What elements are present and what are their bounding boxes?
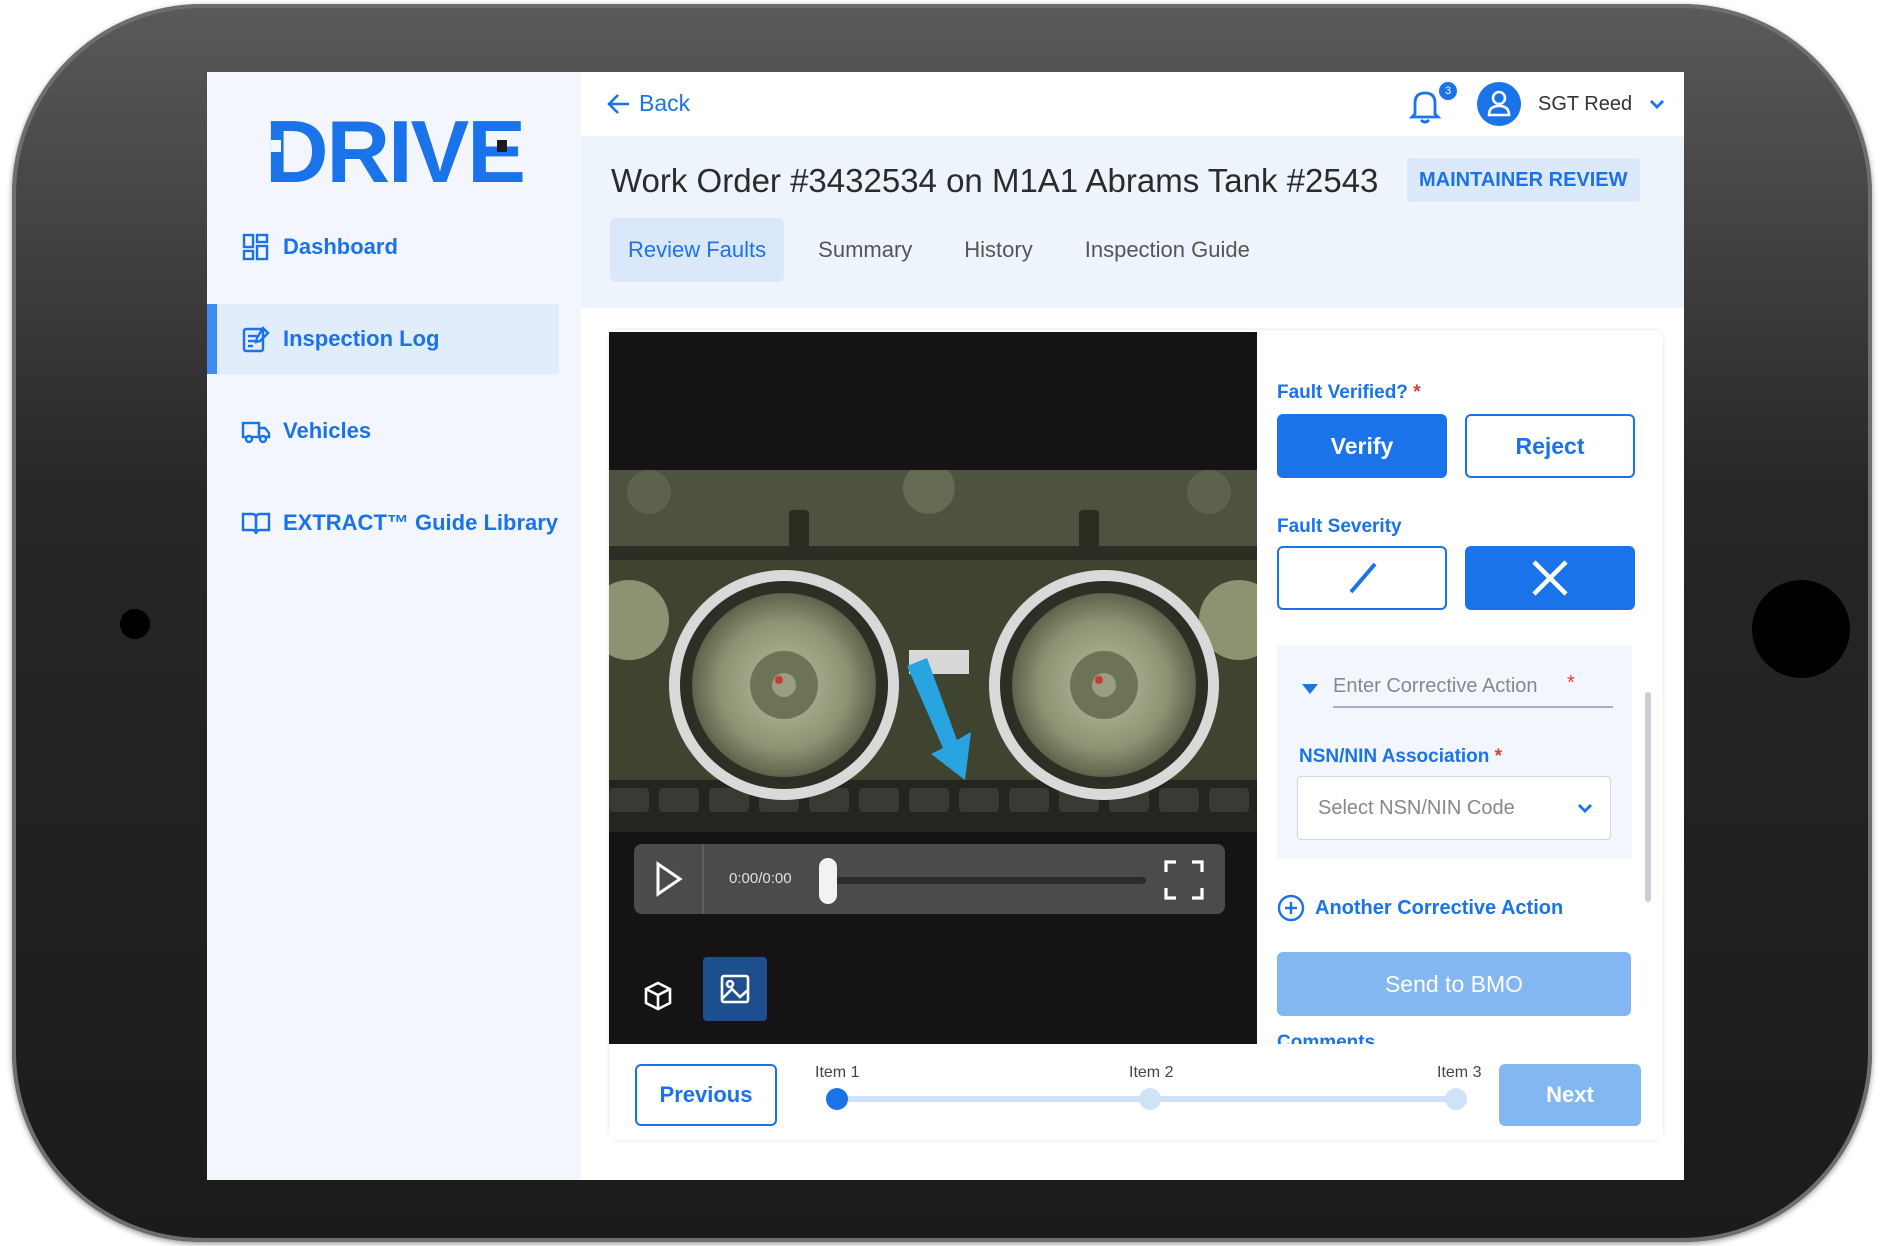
image-icon [720,974,750,1004]
required-marker: * [1567,672,1575,694]
arrow-left-icon [607,93,629,114]
user-name[interactable]: SGT Reed [1538,93,1632,116]
chevron-down-icon [1578,804,1592,813]
form-scrollbar[interactable] [1645,692,1651,902]
notification-badge: 3 [1439,82,1457,100]
sidebar-item-inspection-log[interactable]: Inspection Log [207,304,559,374]
previous-button[interactable]: Previous [635,1064,777,1126]
sidebar: DRIVE Dashboard Inspection Log Vehicles … [207,72,581,1180]
image-view-button[interactable] [703,957,767,1021]
sidebar-item-vehicles[interactable]: Vehicles [207,396,581,466]
sidebar-item-label: Inspection Log [283,326,440,351]
player-divider [702,844,704,914]
corrective-action-panel: * NSN/NIN Association * Select NSN/NIN C… [1277,646,1632,858]
back-button[interactable]: Back [607,90,690,117]
top-header: Back 3 SGT Reed [581,72,1684,136]
fullscreen-icon[interactable] [1162,858,1206,902]
tab-history[interactable]: History [946,218,1050,282]
step-label-2: Item 2 [1129,1064,1174,1081]
sidebar-item-guide-library[interactable]: EXTRACT™ Guide Library [207,488,581,558]
severity-critical-button[interactable] [1465,546,1635,610]
avatar[interactable] [1477,82,1521,126]
sidebar-item-dashboard[interactable]: Dashboard [207,212,581,282]
sidebar-nav: Dashboard Inspection Log Vehicles EXTRAC… [207,212,581,580]
nsn-select-placeholder: Select NSN/NIN Code [1318,797,1515,819]
step-label-3: Item 3 [1437,1064,1482,1081]
comments-label[interactable]: Comments [1277,1032,1375,1044]
next-button[interactable]: Next [1499,1064,1641,1126]
severity-minor-button[interactable] [1277,546,1447,610]
status-badge: MAINTAINER REVIEW [1407,158,1640,202]
tab-bar: Review Faults Summary History Inspection… [610,218,1284,282]
tab-summary[interactable]: Summary [800,218,930,282]
step-dot-3[interactable] [1445,1088,1467,1110]
sidebar-item-label: Dashboard [283,234,398,259]
book-icon [241,512,271,535]
play-icon[interactable] [648,859,688,899]
sidebar-item-label: EXTRACT™ Guide Library [283,510,559,535]
time-display: 0:00/0:00 [729,870,792,887]
sidebar-item-label: Vehicles [283,418,372,443]
scrub-handle[interactable] [819,858,837,904]
video-player-controls: 0:00/0:00 [634,844,1225,914]
add-corrective-action-button[interactable]: Another Corrective Action [1277,894,1563,922]
fault-verified-label: Fault Verified? * [1277,382,1421,403]
close-icon [1532,560,1568,596]
drive-logo: DRIVE [265,110,525,190]
nsn-label: NSN/NIN Association * [1299,746,1503,767]
slash-icon [1349,562,1377,594]
verify-button[interactable]: Verify [1277,414,1447,478]
tank-track-image [609,470,1257,832]
fault-review-form: Fault Verified? * Verify Reject Fault Se… [1257,332,1661,1044]
tab-inspection-guide[interactable]: Inspection Guide [1067,218,1268,282]
app-screen: DRIVE Dashboard Inspection Log Vehicles … [207,72,1684,1180]
page-title: Work Order #3432534 on M1A1 Abrams Tank … [611,162,1379,199]
back-label: Back [639,90,691,116]
camera-dot [120,609,150,639]
send-to-bmo-button[interactable]: Send to BMO [1277,952,1631,1016]
media-viewer: 0:00/0:00 [609,332,1257,1044]
step-dot-1[interactable] [826,1088,848,1110]
step-dot-2[interactable] [1139,1088,1161,1110]
home-button[interactable] [1752,580,1850,678]
clipboard-edit-icon [242,326,270,353]
plus-circle-icon [1277,894,1305,922]
nsn-select[interactable]: Select NSN/NIN Code [1297,776,1611,840]
truck-icon [241,421,271,444]
fault-severity-label: Fault Severity [1277,516,1402,537]
tab-review-faults[interactable]: Review Faults [610,218,785,282]
caret-down-icon[interactable] [1301,682,1319,696]
logo-text: DRIVE [265,110,524,190]
scrub-track[interactable] [826,877,1146,884]
dashboard-icon [242,233,269,261]
bell-icon[interactable] [1407,86,1443,124]
step-label-1: Item 1 [815,1064,860,1081]
3d-cube-icon[interactable] [642,980,674,1012]
chevron-down-icon[interactable] [1647,94,1667,114]
item-stepper: Previous Item 1 Item 2 Item 3 Next [609,1044,1663,1140]
reject-button[interactable]: Reject [1465,414,1635,478]
user-icon [1487,90,1511,117]
